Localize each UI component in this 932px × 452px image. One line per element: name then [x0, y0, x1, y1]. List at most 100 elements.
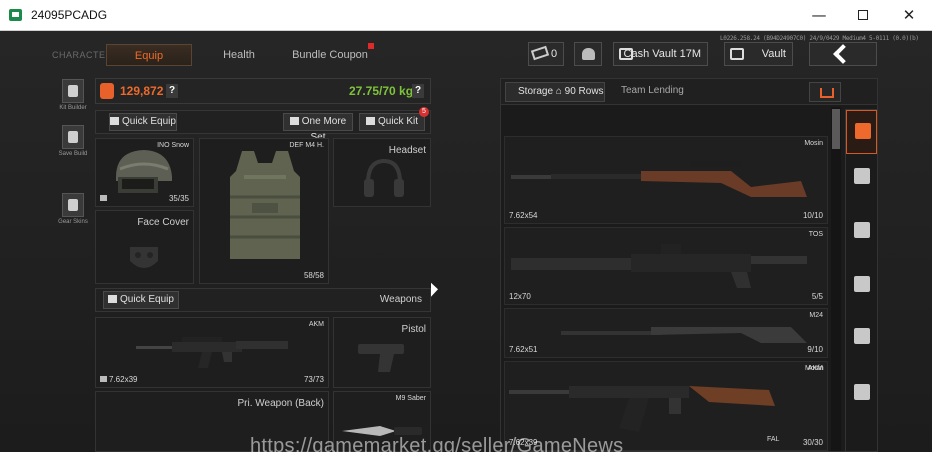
- storage-item[interactable]: Mosin 7.62x54 10/10: [504, 136, 828, 224]
- primary-weapon-slot[interactable]: AKM 7.62x39 73/73: [95, 317, 329, 388]
- maximize-button[interactable]: [840, 0, 886, 31]
- primary-weapon-name: AKM: [308, 321, 324, 328]
- tab-health[interactable]: Health: [212, 44, 266, 66]
- weapons-label: Weapons: [379, 294, 422, 305]
- headset-label: Headset: [388, 145, 426, 156]
- money-value: 129,872: [120, 84, 164, 98]
- one-more-set-button[interactable]: One More Set: [283, 113, 353, 143]
- storage-item-caliber: 7.62x51: [509, 345, 538, 354]
- window-titlebar: 24095PCADG — ✕: [0, 0, 932, 31]
- pistol-slot[interactable]: Pistol: [333, 317, 431, 388]
- gear-skins-label: Gear Skins: [58, 219, 88, 225]
- face-cover-slot[interactable]: Face Cover: [95, 210, 194, 284]
- gear-skins-button[interactable]: Gear Skins: [56, 193, 90, 225]
- chevron-left-icon: [833, 44, 853, 64]
- mouse-cursor: [431, 282, 438, 300]
- filter-rifles[interactable]: [846, 210, 877, 254]
- close-button[interactable]: ✕: [886, 0, 932, 31]
- tab-storage[interactable]: Storage ⌂ 90 Rows: [505, 82, 605, 102]
- storage-scrollbar[interactable]: [831, 107, 841, 451]
- storage-panel: Storage ⌂ 90 Rows Team Lending Mosin 7.6…: [500, 78, 878, 452]
- weight-help-button[interactable]: ?: [412, 84, 424, 98]
- kit-builder-button[interactable]: Kit Builder: [56, 79, 90, 111]
- face-cover-label: Face Cover: [137, 217, 189, 228]
- weapons-toolbar: Quick Equip Weapons: [95, 288, 431, 312]
- back-button[interactable]: [809, 42, 877, 66]
- shotgun-icon: [511, 244, 807, 288]
- storage-item-count: 5/5: [811, 292, 823, 301]
- team-icon: [582, 48, 595, 60]
- vault-label: Vault: [761, 48, 786, 60]
- save-build-label: Save Build: [58, 151, 88, 157]
- team-button[interactable]: [574, 42, 602, 66]
- storage-tab-label: Storage: [518, 86, 554, 97]
- game-viewport: L0226.258.24 (B94D24907C0) 24/9/0429 Med…: [0, 31, 932, 452]
- headset-slot[interactable]: Headset: [333, 138, 431, 207]
- quick-equip-gear-button[interactable]: Quick Equip: [109, 113, 177, 131]
- vest-durability: 58/58: [303, 271, 324, 280]
- side-item-name: Mosin: [805, 365, 824, 372]
- filter-storage[interactable]: [846, 110, 877, 154]
- filter-ammo[interactable]: [846, 316, 877, 360]
- armor-vest-slot[interactable]: DEF M4 H. 58/58: [199, 138, 329, 284]
- notification-dot: [368, 43, 374, 49]
- storage-item-count: 9/10: [807, 345, 823, 354]
- gear-skins-icon: [62, 193, 84, 217]
- cash-vault-label: Cash Vault 17M: [623, 48, 701, 60]
- cash-vault-button[interactable]: Cash Vault 17M: [613, 42, 708, 66]
- swap-icon: [289, 117, 299, 125]
- gear-icon: [854, 168, 870, 184]
- app-icon: [9, 9, 22, 21]
- vault-icon: [730, 48, 744, 60]
- m24-icon: [561, 319, 807, 343]
- storage-item[interactable]: M24 7.62x51 9/10: [504, 308, 828, 358]
- filter-gear[interactable]: [846, 156, 877, 200]
- headset-icon: [364, 158, 404, 197]
- list-icon: [108, 295, 118, 303]
- storage-scroll-thumb[interactable]: [832, 109, 840, 149]
- primary-caliber-label: 7.62x39: [109, 375, 138, 384]
- ammo-icon: [100, 376, 107, 382]
- vault-button[interactable]: Vault: [724, 42, 793, 66]
- money-help-button[interactable]: ?: [166, 84, 178, 98]
- home-icon: ⌂: [555, 86, 565, 97]
- vest-name: DEF M4 H.: [289, 142, 324, 149]
- quick-equip-weapons-button[interactable]: Quick Equip: [103, 291, 179, 309]
- storage-item-caliber: 12x70: [509, 292, 531, 301]
- next-item-tag: FAL: [767, 436, 780, 443]
- primary-ammo-count: 73/73: [303, 375, 324, 384]
- helmet-slot[interactable]: INO Snow 35/35: [95, 138, 194, 207]
- back-weapon-label: Pri. Weapon (Back): [237, 398, 324, 409]
- storage-item-name: Mosin: [804, 140, 823, 147]
- storage-rows: 90 Rows: [564, 86, 604, 97]
- storage-item-count: 10/10: [802, 211, 823, 220]
- minimize-button[interactable]: —: [796, 0, 842, 31]
- save-build-button[interactable]: Save Build: [56, 125, 90, 157]
- ticket-button[interactable]: 0: [528, 42, 564, 66]
- kit-builder-label: Kit Builder: [59, 105, 87, 111]
- helmet-name: INO Snow: [157, 142, 189, 149]
- build-info-text: L0226.258.24 (B94D24907C0) 24/9/0429 Med…: [720, 35, 919, 42]
- gear-toolbar: Quick Equip One More Set Quick Kit 5: [95, 107, 431, 143]
- mosin-icon: [511, 161, 807, 197]
- tab-equip[interactable]: Equip: [106, 44, 192, 66]
- sort-button[interactable]: [809, 82, 841, 102]
- tab-bundle-coupon[interactable]: Bundle Coupon: [292, 44, 368, 66]
- shirt-icon: [110, 117, 120, 125]
- helmet-durability: 35/35: [168, 194, 189, 203]
- kit-builder-icon: [62, 79, 84, 103]
- quick-kit-label: Quick Kit: [377, 116, 418, 127]
- storage-item[interactable]: TOS 12x70 5/5: [504, 227, 828, 305]
- primary-caliber: 7.62x39: [100, 375, 137, 384]
- akm-icon: [509, 386, 775, 432]
- assault-rifle-icon: [854, 222, 870, 238]
- quick-equip-weapons-label: Quick Equip: [120, 294, 174, 305]
- backpack-icon: [854, 384, 870, 400]
- quick-kit-button[interactable]: Quick Kit: [359, 113, 425, 131]
- filter-magazines[interactable]: [846, 264, 877, 308]
- quick-kit-badge: 5: [419, 107, 429, 117]
- tab-character[interactable]: CHARACTER: [52, 44, 112, 66]
- tab-team-lending[interactable]: Team Lending: [609, 82, 689, 102]
- storage-item-count: 30/30: [802, 438, 823, 447]
- filter-backpacks[interactable]: [846, 372, 877, 416]
